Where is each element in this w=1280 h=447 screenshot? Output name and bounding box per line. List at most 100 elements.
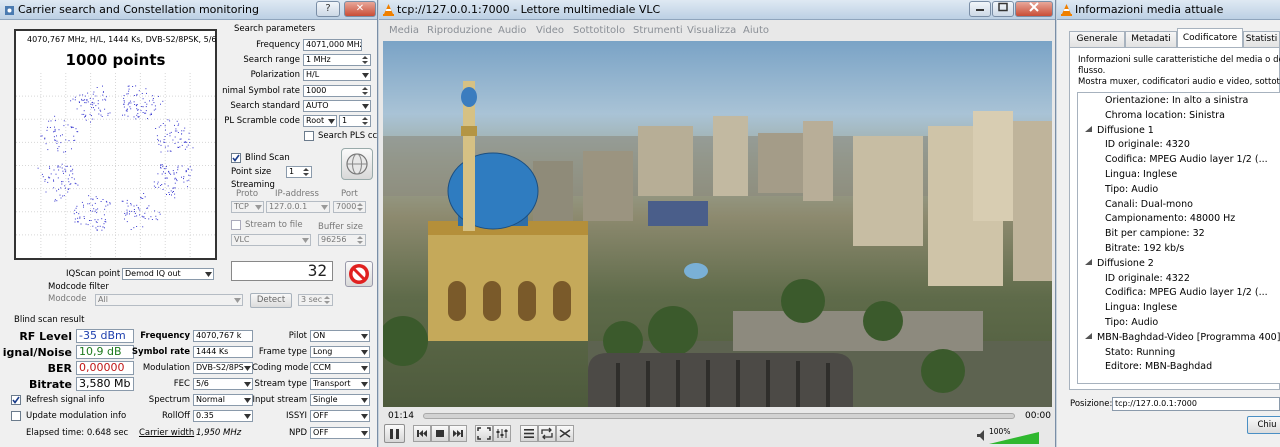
fec-select[interactable]: 5/6 [193,378,253,390]
menu-video[interactable]: Video [536,24,564,38]
polarization-select[interactable]: H/L [303,69,371,81]
minimize-button[interactable] [969,1,991,17]
point-size-input[interactable]: 1 [286,166,312,178]
stop-playback-button[interactable] [431,425,449,442]
menu-riproduzione[interactable]: Riproduzione [427,24,492,38]
coding-mode-select[interactable]: CCM [310,362,370,374]
constellation-point [162,123,164,124]
carrier-width-label[interactable]: Carrier width [139,428,194,439]
frame-type-label: Frame type [258,347,307,357]
video-frame [383,41,1052,407]
constellation-point [67,189,69,190]
pl-scramble-type-select[interactable]: Root [303,115,337,127]
update-modulation-checkbox[interactable] [11,411,21,421]
chevron-down-icon [361,102,369,110]
pl-scramble-value-input[interactable]: 1 [339,115,371,127]
constellation-point [129,210,130,212]
tree-expand-icon[interactable] [1085,331,1097,345]
maximize-button[interactable] [992,1,1014,17]
refresh-signal-checkbox[interactable] [11,395,21,405]
search-range-input[interactable]: 1 MHz [303,54,371,66]
playlist-button[interactable] [520,425,538,442]
previous-button[interactable] [413,425,431,442]
loop-button[interactable] [538,425,556,442]
menu-sottotitolo[interactable]: Sottotitolo [573,24,625,38]
constellation-point [162,189,164,190]
help-button[interactable]: ? [316,1,340,17]
fullscreen-button[interactable] [475,425,493,442]
menu-audio[interactable]: Audio [498,24,526,38]
frame-type-select[interactable]: Long [310,346,370,358]
constellation-point [153,109,155,111]
menu-strumenti[interactable]: Strumenti [633,24,683,38]
info-description-3: Mostra muxer, codificatori audio e video… [1078,77,1280,87]
menu-media[interactable]: Media [389,24,419,38]
buffer-size-input[interactable]: 96256 [318,234,366,246]
constellation-point [83,99,85,101]
proto-select[interactable]: TCP [231,201,264,213]
next-button[interactable] [449,425,467,442]
search-standard-select[interactable]: AUTO [303,100,371,112]
constellation-point [133,227,135,229]
constellation-point [47,149,49,151]
constellation-point [44,180,46,182]
detect-button[interactable]: Detect [250,293,292,308]
stream-file-checkbox[interactable] [231,220,241,230]
time-elapsed: 01:14 [388,411,414,421]
port-input[interactable]: 7000 [333,201,366,213]
constellation-point [136,94,138,96]
tab-metadati[interactable]: Metadati [1125,31,1177,47]
scan-globe-button[interactable] [341,148,373,180]
npd-select[interactable]: OFF [310,427,370,439]
tree-text: Canali: Dual-mono [1105,198,1193,210]
rolloff-select[interactable]: 0.35 [193,410,253,422]
vlc-cone-icon [1060,4,1072,16]
pilot-select[interactable]: ON [310,330,370,342]
app-icon [3,4,15,16]
volume-slider[interactable] [989,431,1041,445]
stop-button[interactable] [345,261,373,287]
position-field[interactable]: tcp://127.0.0.1:7000 [1112,397,1280,411]
stream-type-select[interactable]: Transport [310,378,370,390]
close-info-button[interactable]: Chiu [1247,416,1280,434]
player-select[interactable]: VLC [231,234,311,246]
extended-settings-button[interactable] [493,425,511,442]
tab-codificatore[interactable]: Codificatore [1177,28,1243,48]
constellation-point [104,208,106,210]
modulation-select[interactable]: DVB-S2/8PS [193,362,253,374]
issyi-select[interactable]: OFF [310,410,370,422]
frequency-input[interactable]: 4071,000 MHz [303,39,362,51]
constellation-point [77,184,79,186]
detect-time-input[interactable]: 3 sec [298,294,333,306]
tab-generale[interactable]: Generale [1069,31,1125,47]
spectrum-select[interactable]: Normal [193,394,253,406]
constellation-point [55,173,57,175]
blind-scan-checkbox[interactable] [231,153,241,163]
constellation-point [128,88,130,90]
tree-group[interactable]: MBN-Baghdad-Video [Programma 400] [1085,331,1280,345]
tree-expand-icon[interactable] [1085,257,1097,271]
tree-text: Chroma location: Sinistra [1105,109,1225,121]
ip-address-select[interactable]: 127.0.0.1 [266,201,330,213]
shuffle-button[interactable] [556,425,574,442]
constellation-point [56,190,58,192]
constellation-point [67,124,69,126]
play-pause-button[interactable] [384,424,405,443]
close-button[interactable]: ✕ [344,1,376,17]
tree-group[interactable]: Diffusione 2 [1085,257,1154,271]
input-stream-select[interactable]: Single [310,394,370,406]
modcode-select[interactable]: All [95,294,243,306]
iqscan-select[interactable]: Demod IQ out [122,268,214,280]
search-pls-checkbox[interactable] [304,131,314,141]
tab-statistiche[interactable]: Statisti [1243,31,1280,47]
constellation-point [71,148,72,150]
min-symbol-rate-input[interactable]: 1000 [303,85,371,97]
menu-aiuto[interactable]: Aiuto [743,24,769,38]
seek-bar[interactable] [423,413,1015,419]
tree-expand-icon[interactable] [1085,124,1097,138]
vlc-close-button[interactable] [1015,1,1053,17]
constellation-point [177,167,179,169]
speaker-icon[interactable] [977,430,987,444]
menu-visualizza[interactable]: Visualizza [687,24,736,38]
tree-group[interactable]: Diffusione 1 [1085,124,1154,138]
